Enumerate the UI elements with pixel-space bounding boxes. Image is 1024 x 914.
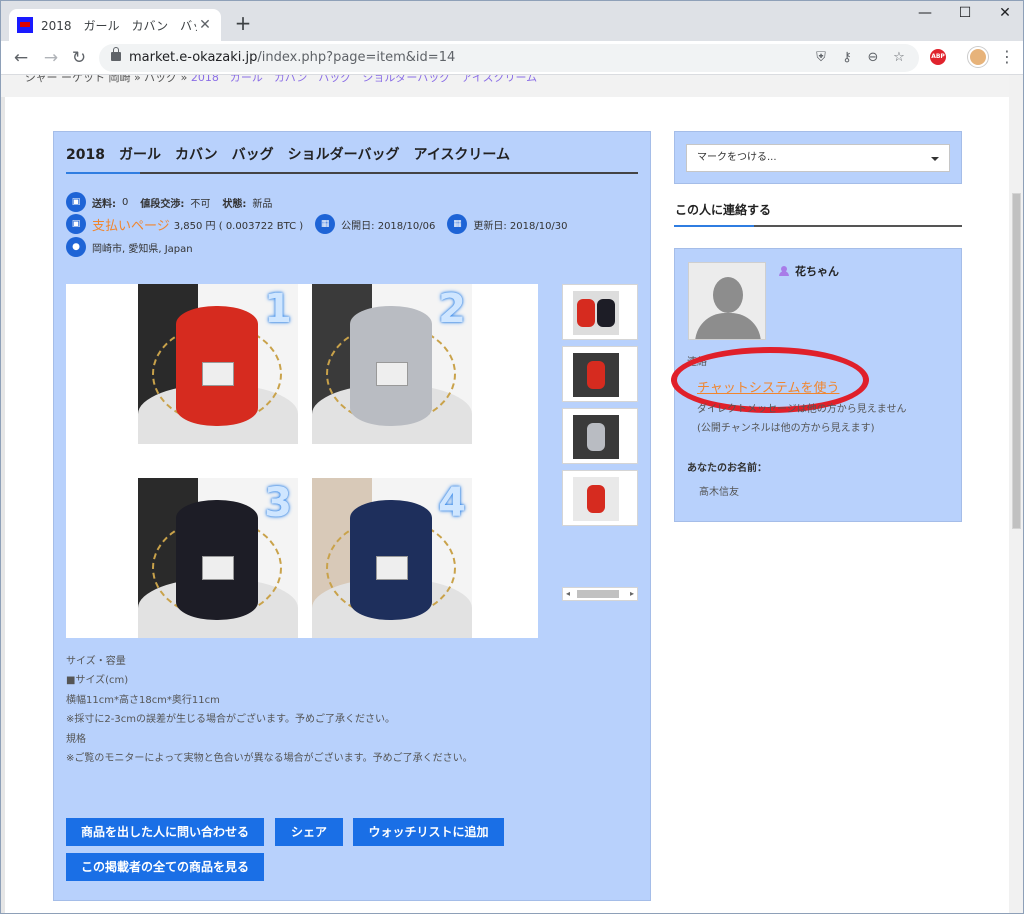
published-date: 公開日: 2018/10/06 bbox=[341, 220, 436, 232]
reload-icon[interactable]: ↻ bbox=[67, 46, 91, 70]
price-text: 3,850 円 ( 0.003722 BTC ) bbox=[173, 220, 304, 232]
thumbnail-strip bbox=[562, 284, 640, 534]
negotiation-value: 不可 bbox=[190, 198, 211, 210]
desc-line: ■サイズ(cm) bbox=[66, 675, 129, 687]
browser-tab[interactable]: 2018 ガール カバン バッグ ショ ✕ bbox=[9, 9, 221, 41]
zoom-icon[interactable]: ⊖ bbox=[865, 50, 881, 66]
photo-number: 3 bbox=[264, 480, 292, 526]
calendar-icon: ▦ bbox=[447, 214, 468, 234]
url-text[interactable]: market.e-okazaki.jp/index.php?page=item&… bbox=[129, 50, 455, 65]
browser-window: 2018 ガール カバン バッグ ショ ✕ + — ☐ ✕ ← → ↻ mark… bbox=[0, 0, 1024, 914]
thumbnail-2[interactable] bbox=[562, 346, 638, 402]
new-tab-button[interactable]: + bbox=[231, 11, 255, 35]
item-title: 2018 ガール カバン バッグ ショルダーバッグ アイスクリーム bbox=[66, 147, 510, 163]
updated-date: 更新日: 2018/10/30 bbox=[473, 220, 568, 232]
site-favicon-icon bbox=[17, 17, 33, 33]
seller-name-row[interactable]: 花ちゃん bbox=[779, 263, 839, 279]
negotiation-label: 値段交渉: bbox=[140, 198, 185, 210]
your-name-label: あなたのお名前： bbox=[687, 463, 767, 474]
chevron-down-icon bbox=[931, 157, 939, 161]
scroll-right-icon[interactable]: ▸ bbox=[630, 588, 634, 600]
meta-row-shipping: ▣ 送料: 0 値段交渉: 不可 状態: 新品 bbox=[66, 191, 284, 213]
add-watchlist-button[interactable]: ウォッチリストに追加 bbox=[353, 818, 504, 846]
photo-silver: 2 bbox=[312, 284, 472, 444]
calendar-icon: ▦ bbox=[315, 214, 336, 234]
item-description: サイズ・容量 ■サイズ(cm) 横幅11cm*高さ18cm*奥行11cm ※採寸… bbox=[66, 652, 626, 768]
top-band: ジャー ーケット 岡崎 » バッグ » 2018 ガール カバン バッグ ショル… bbox=[1, 75, 1009, 97]
contact-panel: 花ちゃん 連絡 チャットシステムを使う ダイレクトメッセージは他の方から見えませ… bbox=[671, 248, 962, 522]
address-bar[interactable]: market.e-okazaki.jp/index.php?page=item&… bbox=[99, 44, 919, 72]
main-photo[interactable]: 1 2 3 4 bbox=[66, 284, 538, 638]
share-button[interactable]: シェア bbox=[275, 818, 343, 846]
lock-icon bbox=[111, 47, 121, 61]
shipping-label: 送料: bbox=[92, 198, 116, 210]
left-edge-strip bbox=[1, 97, 5, 913]
thumbnail-4[interactable] bbox=[562, 470, 638, 526]
close-window-button[interactable]: ✕ bbox=[985, 5, 1024, 21]
dm-note: ダイレクトメッセージは他の方から見えません bbox=[697, 404, 907, 415]
contact-divider bbox=[674, 225, 962, 227]
desc-line: ※ご覧のモニターによって実物と色合いが異なる場合がございます。予めご了承ください… bbox=[66, 753, 473, 765]
item-panel: 2018 ガール カバン バッグ ショルダーバッグ アイスクリーム ▣ 送料: … bbox=[53, 131, 651, 901]
page-scroll-thumb[interactable] bbox=[1012, 193, 1021, 529]
seller-name[interactable]: 花ちゃん bbox=[795, 263, 839, 279]
mark-panel: マークをつける... bbox=[674, 131, 962, 184]
desc-line: 横幅11cm*高さ18cm*奥行11cm bbox=[66, 694, 220, 706]
minimize-button[interactable]: — bbox=[905, 5, 945, 21]
scroll-thumb[interactable] bbox=[577, 590, 619, 598]
location-pin-icon: ● bbox=[66, 237, 86, 257]
page-scrollbar[interactable] bbox=[1009, 75, 1023, 913]
payment-page-link[interactable]: 支払いページ bbox=[92, 215, 170, 234]
mark-select-value: マークをつける... bbox=[697, 152, 777, 163]
adblock-icon[interactable]: ABP bbox=[930, 49, 946, 65]
tab-strip: 2018 ガール カバン バッグ ショ ✕ + — ☐ ✕ bbox=[1, 1, 1023, 41]
menu-dots-icon[interactable]: ⋮ bbox=[999, 47, 1015, 66]
scroll-left-icon[interactable]: ◂ bbox=[566, 588, 570, 600]
photo-number: 4 bbox=[438, 480, 466, 526]
desc-line: ※採寸に2-3cmの誤差が生じる場合がございます。予めご了承ください。 bbox=[66, 714, 395, 726]
shield-icon[interactable]: ⛨ bbox=[813, 50, 829, 66]
inquire-seller-button[interactable]: 商品を出した人に問い合わせる bbox=[66, 818, 264, 846]
key-icon[interactable]: ⚷ bbox=[839, 50, 855, 66]
photo-black: 3 bbox=[138, 478, 298, 638]
photo-navy: 4 bbox=[312, 478, 472, 638]
your-name-value: 髙木信友 bbox=[699, 487, 739, 498]
tab-close-icon[interactable]: ✕ bbox=[197, 17, 213, 33]
shipping-value: 0 bbox=[122, 196, 129, 208]
tab-title: 2018 ガール カバン バッグ ショ bbox=[41, 18, 197, 33]
photo-red: 1 bbox=[138, 284, 298, 444]
public-channel-note: (公開チャンネルは他の方から見えます) bbox=[697, 423, 875, 434]
page-viewport: ジャー ーケット 岡崎 » バッグ » 2018 ガール カバン バッグ ショル… bbox=[1, 75, 1009, 913]
back-arrow-icon[interactable]: ← bbox=[9, 46, 33, 70]
maximize-button[interactable]: ☐ bbox=[945, 5, 985, 21]
desc-line: 規格 bbox=[66, 733, 86, 745]
contact-heading: この人に連絡する bbox=[675, 203, 772, 217]
photo-number: 1 bbox=[264, 286, 292, 332]
photo-number: 2 bbox=[438, 286, 466, 332]
condition-label: 状態: bbox=[222, 198, 247, 210]
breadcrumb: ジャー ーケット 岡崎 » バッグ » 2018 ガール カバン バッグ ショル… bbox=[25, 75, 537, 85]
money-icon: ▣ bbox=[66, 192, 86, 212]
seller-avatar bbox=[688, 262, 766, 340]
browser-toolbar: ← → ↻ market.e-okazaki.jp/index.php?page… bbox=[1, 41, 1023, 75]
forward-arrow-icon[interactable]: → bbox=[39, 46, 63, 70]
money-icon: ▣ bbox=[66, 214, 86, 234]
desc-line: サイズ・容量 bbox=[66, 656, 126, 667]
breadcrumb-prefix[interactable]: ジャー ーケット 岡崎 » バッグ » bbox=[25, 75, 191, 84]
all-seller-items-button[interactable]: この掲載者の全ての商品を見る bbox=[66, 853, 264, 881]
thumbnail-1[interactable] bbox=[562, 284, 638, 340]
thumbnail-3[interactable] bbox=[562, 408, 638, 464]
meta-row-price: ▣ 支払いページ 3,850 円 ( 0.003722 BTC ) ▦ 公開日:… bbox=[66, 213, 580, 235]
thumbnail-scrollbar[interactable]: ◂ ▸ bbox=[562, 587, 638, 601]
user-icon bbox=[779, 266, 789, 276]
profile-avatar-icon[interactable] bbox=[968, 47, 988, 67]
bookmark-star-icon[interactable]: ☆ bbox=[891, 50, 907, 66]
page-content: 2018 ガール カバン バッグ ショルダーバッグ アイスクリーム ▣ 送料: … bbox=[1, 97, 1009, 913]
mark-select[interactable]: マークをつける... bbox=[686, 144, 950, 172]
title-divider bbox=[66, 172, 638, 174]
meta-row-location: ● 岡崎市, 愛知県, Japan bbox=[66, 236, 205, 258]
breadcrumb-current: 2018 ガール カバン バッグ ショルダーバッグ アイスクリーム bbox=[190, 75, 538, 84]
condition-value: 新品 bbox=[252, 198, 273, 210]
location-text: 岡崎市, 愛知県, Japan bbox=[92, 243, 193, 255]
